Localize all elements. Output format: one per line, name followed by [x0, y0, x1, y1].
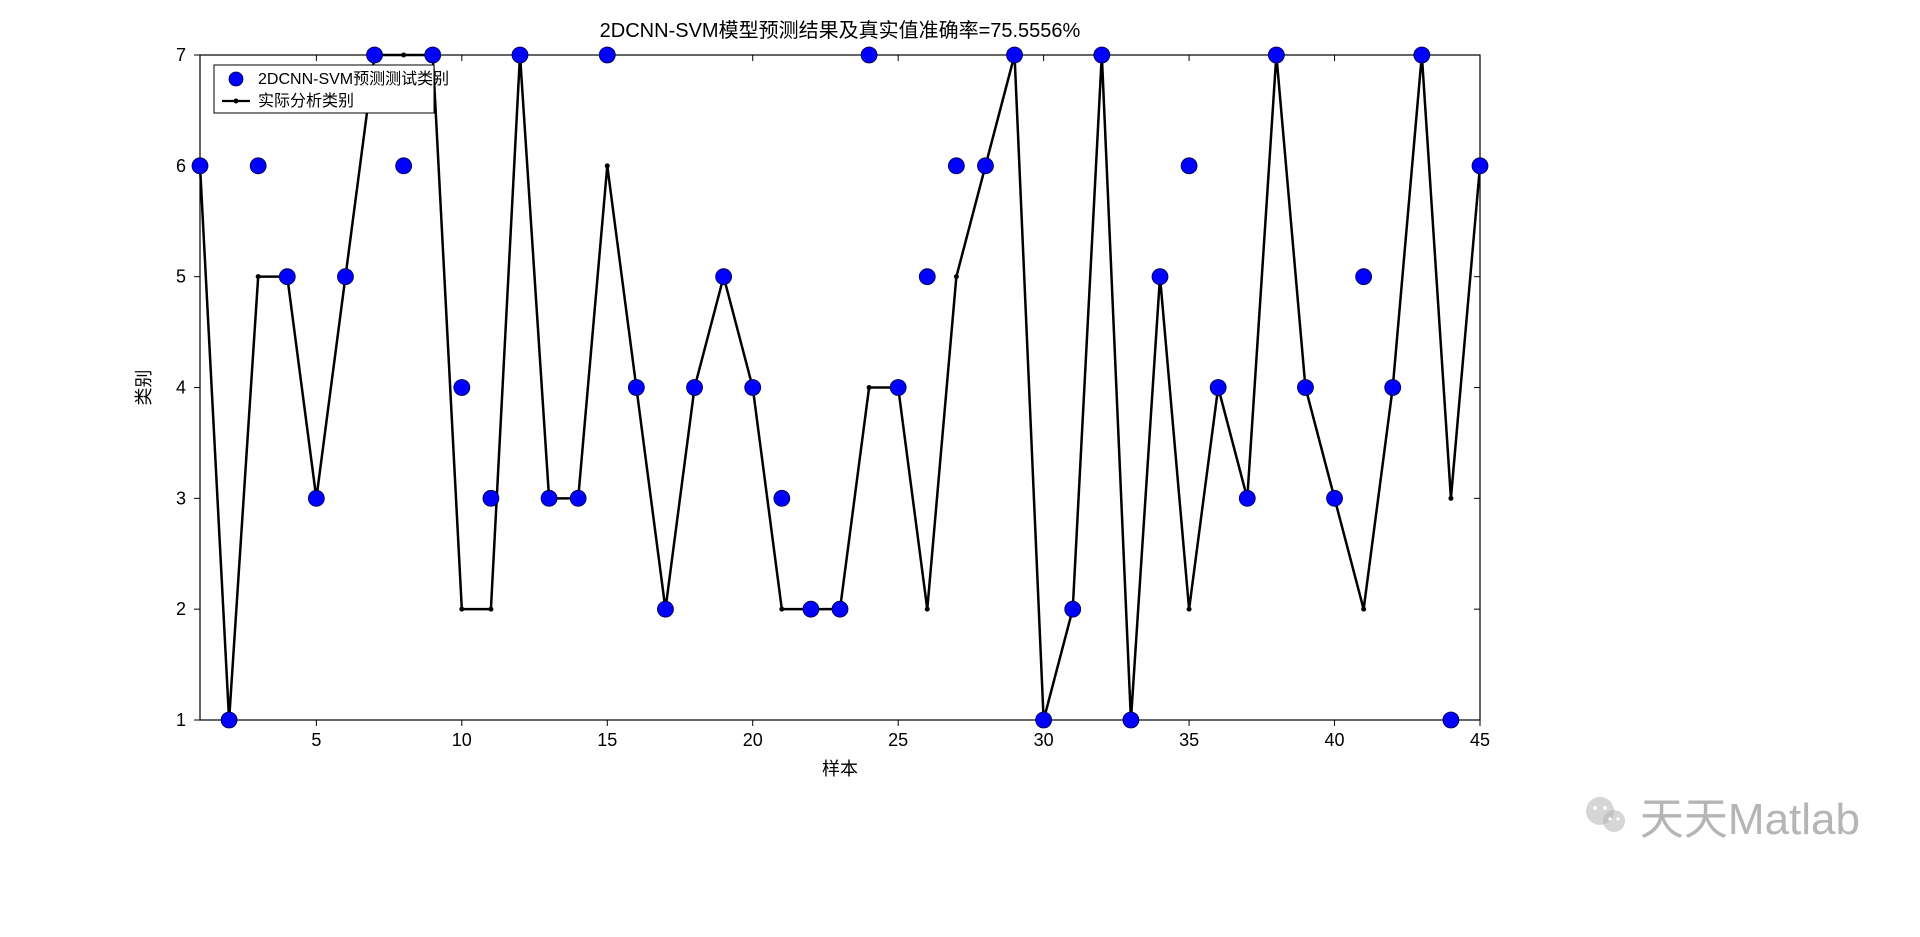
chart-svg: 5101520253035404512345672DCNN-SVM模型预测结果及… [0, 0, 1920, 937]
predicted-marker [1123, 712, 1139, 728]
predicted-marker [1385, 380, 1401, 396]
predicted-marker [512, 47, 528, 63]
y-tick-label: 3 [176, 488, 186, 508]
y-axis-label: 类别 [134, 370, 154, 406]
legend-marker-predicted [229, 72, 243, 86]
predicted-marker [861, 47, 877, 63]
actual-marker [256, 274, 261, 279]
x-tick-label: 35 [1179, 730, 1199, 750]
predicted-marker [1356, 269, 1372, 285]
actual-marker [401, 53, 406, 58]
predicted-marker [977, 158, 993, 174]
predicted-marker [716, 269, 732, 285]
predicted-marker [919, 269, 935, 285]
predicted-marker [337, 269, 353, 285]
actual-marker [459, 607, 464, 612]
y-tick-label: 7 [176, 45, 186, 65]
predicted-marker [1065, 601, 1081, 617]
predicted-marker [774, 490, 790, 506]
actual-marker [605, 163, 610, 168]
x-tick-label: 45 [1470, 730, 1490, 750]
predicted-marker [541, 490, 557, 506]
actual-marker [1187, 607, 1192, 612]
x-tick-label: 30 [1034, 730, 1054, 750]
legend-line-marker [234, 99, 239, 104]
actual-marker [779, 607, 784, 612]
actual-marker [1361, 607, 1366, 612]
predicted-marker [1094, 47, 1110, 63]
predicted-marker [628, 380, 644, 396]
predicted-marker [1007, 47, 1023, 63]
predicted-marker [1181, 158, 1197, 174]
predicted-marker [454, 380, 470, 396]
predicted-marker [890, 380, 906, 396]
predicted-marker [1268, 47, 1284, 63]
actual-marker [867, 385, 872, 390]
predicted-marker [599, 47, 615, 63]
predicted-marker [279, 269, 295, 285]
y-tick-label: 1 [176, 710, 186, 730]
predicted-marker [570, 490, 586, 506]
chart-container: 5101520253035404512345672DCNN-SVM模型预测结果及… [0, 0, 1920, 937]
predicted-marker [425, 47, 441, 63]
y-tick-label: 5 [176, 267, 186, 287]
predicted-marker [1327, 490, 1343, 506]
predicted-marker [221, 712, 237, 728]
predicted-marker [1443, 712, 1459, 728]
actual-marker [954, 274, 959, 279]
predicted-marker [367, 47, 383, 63]
predicted-marker [1210, 380, 1226, 396]
predicted-marker [1036, 712, 1052, 728]
actual-line [200, 55, 1480, 720]
predicted-marker [1472, 158, 1488, 174]
predicted-marker [803, 601, 819, 617]
legend-label-predicted: 2DCNN-SVM预测测试类别 [258, 70, 449, 88]
predicted-marker [745, 380, 761, 396]
x-tick-label: 15 [597, 730, 617, 750]
legend-label-actual: 实际分析类别 [258, 92, 354, 110]
x-axis-label: 样本 [822, 759, 858, 779]
predicted-marker [687, 380, 703, 396]
x-tick-label: 25 [888, 730, 908, 750]
predicted-marker [483, 490, 499, 506]
actual-marker [488, 607, 493, 612]
chart-title: 2DCNN-SVM模型预测结果及真实值准确率=75.5556% [600, 19, 1081, 42]
x-tick-label: 5 [311, 730, 321, 750]
predicted-marker [1239, 490, 1255, 506]
predicted-marker [192, 158, 208, 174]
predicted-marker [308, 490, 324, 506]
predicted-marker [1414, 47, 1430, 63]
predicted-marker [948, 158, 964, 174]
y-tick-label: 6 [176, 156, 186, 176]
predicted-marker [657, 601, 673, 617]
predicted-marker [396, 158, 412, 174]
predicted-marker [1152, 269, 1168, 285]
actual-marker [1448, 496, 1453, 501]
predicted-marker [832, 601, 848, 617]
y-tick-label: 4 [176, 378, 186, 398]
actual-marker [925, 607, 930, 612]
x-tick-label: 20 [743, 730, 763, 750]
y-tick-label: 2 [176, 599, 186, 619]
x-tick-label: 10 [452, 730, 472, 750]
x-tick-label: 40 [1325, 730, 1345, 750]
predicted-marker [1297, 380, 1313, 396]
plot-border [200, 55, 1480, 720]
predicted-marker [250, 158, 266, 174]
